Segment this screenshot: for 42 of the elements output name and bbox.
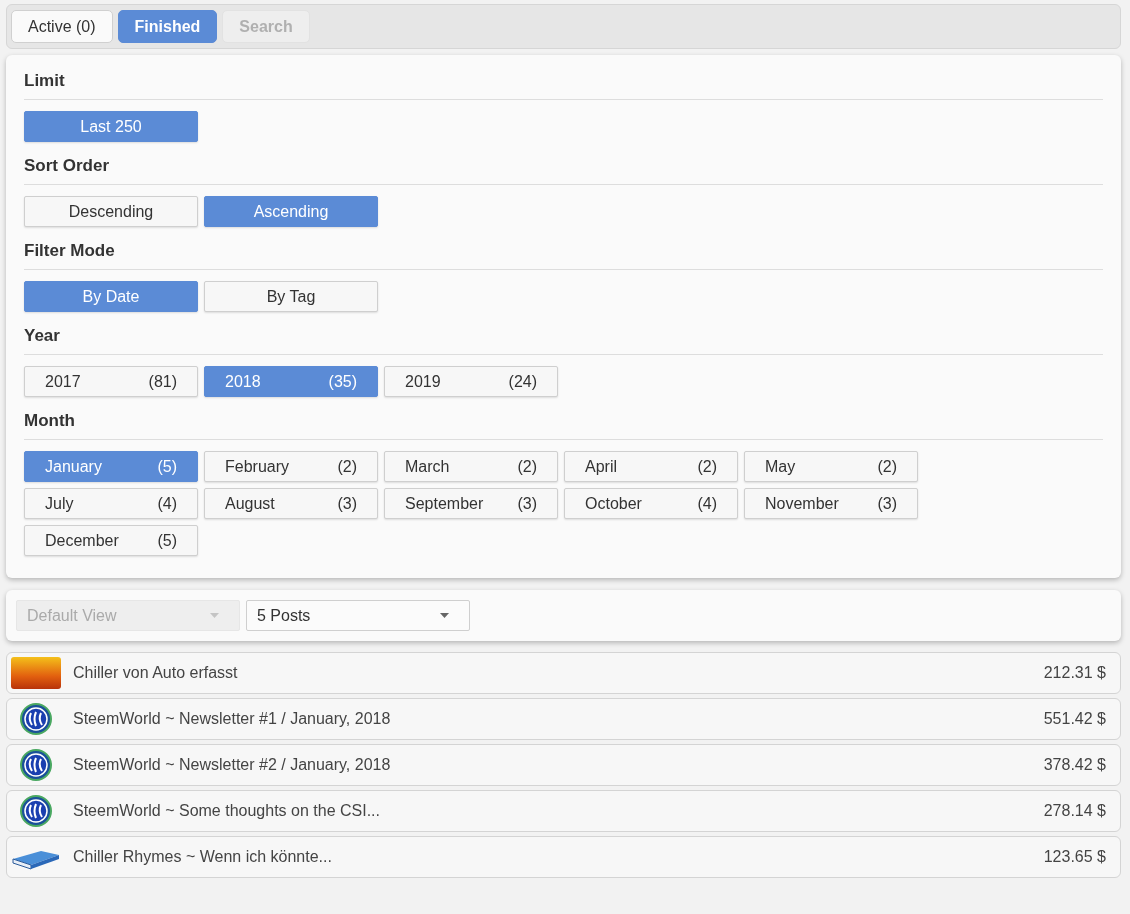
post-value: 123.65 $ — [1043, 848, 1106, 866]
post-title: SteemWorld ~ Some thoughts on the CSI... — [73, 802, 381, 820]
post-title: Chiller Rhymes ~ Wenn ich könnte... — [73, 848, 333, 866]
post-row[interactable]: Chiller Rhymes ~ Wenn ich könnte... 123.65 $ — [6, 836, 1121, 878]
section-title: Year — [24, 326, 1103, 355]
filter-option[interactable]: May (2) — [744, 451, 918, 482]
filter-option[interactable]: October (4) — [564, 488, 738, 519]
section-title: Limit — [24, 71, 1103, 100]
tab[interactable]: Active (0) — [11, 10, 113, 43]
post-value: 378.42 $ — [1043, 756, 1106, 774]
post-title: SteemWorld ~ Newsletter #1 / January, 2018 — [73, 710, 392, 728]
filter-option[interactable]: By Tag — [204, 281, 378, 312]
filter-option[interactable]: August (3) — [204, 488, 378, 519]
filter-option[interactable]: Descending — [24, 196, 198, 227]
logo-icon — [20, 749, 52, 781]
photo-placeholder — [11, 657, 61, 689]
post-value: 278.14 $ — [1043, 802, 1106, 820]
section-title: Filter Mode — [24, 241, 1103, 270]
filter-option[interactable]: April (2) — [564, 451, 738, 482]
logo-icon — [20, 795, 52, 827]
logo-icon — [20, 703, 52, 735]
post-title: SteemWorld ~ Newsletter #2 / January, 2018 — [73, 756, 392, 774]
post-row[interactable]: SteemWorld ~ Newsletter #2 / January, 2018 378.42 $ — [6, 744, 1121, 786]
post-row[interactable]: SteemWorld ~ Some thoughts on the CSI... 278.14 $ — [6, 790, 1121, 832]
post-row[interactable]: Chiller von Auto erfasst 212.31 $ — [6, 652, 1121, 694]
filter-option[interactable]: 2019 (24) — [384, 366, 558, 397]
caret-icon — [210, 613, 219, 618]
filter-option[interactable]: July (4) — [24, 488, 198, 519]
dropdown[interactable]: 5 Posts — [246, 600, 470, 631]
section-title: Sort Order — [24, 156, 1103, 185]
filter-option[interactable]: December (5) — [24, 525, 198, 556]
filter-option[interactable]: September (3) — [384, 488, 558, 519]
post-value: 212.31 $ — [1043, 664, 1106, 682]
filter-option[interactable]: 2017 (81) — [24, 366, 198, 397]
post-value: 551.42 $ — [1043, 710, 1106, 728]
post-row[interactable]: SteemWorld ~ Newsletter #1 / January, 2018 551.42 $ — [6, 698, 1121, 740]
filter-option[interactable]: November (3) — [744, 488, 918, 519]
filter-option[interactable]: February (2) — [204, 451, 378, 482]
post-title: Chiller von Auto erfasst — [73, 664, 239, 682]
caret-icon — [440, 613, 449, 618]
filter-option[interactable]: March (2) — [384, 451, 558, 482]
section-title: Month — [24, 411, 1103, 440]
